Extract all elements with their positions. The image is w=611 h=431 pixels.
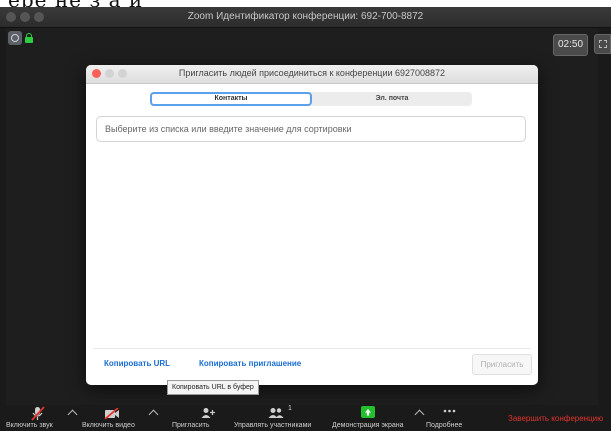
more-label: Подробнее <box>426 422 463 429</box>
unmute-button[interactable]: Включить звук <box>0 405 62 431</box>
invite-dialog: Пригласить людей присоединиться к конфер… <box>86 65 538 385</box>
handwritten-text-fragment: ере не з а и <box>0 0 611 7</box>
share-screen-button[interactable]: Демонстрация экрана <box>330 405 412 431</box>
participants-icon <box>268 408 284 418</box>
more-button[interactable]: Подробнее <box>426 405 472 431</box>
more-icon <box>443 409 456 413</box>
manage-participants-button[interactable]: 1 Управлять участниками <box>234 405 329 431</box>
dialog-title: Пригласить людей присоединиться к конфер… <box>178 68 446 78</box>
window-titlebar: Zoom Идентификатор конференции: 692-700-… <box>0 7 611 28</box>
invite-toolbar-label: Пригласить <box>172 422 210 429</box>
video-off-icon <box>104 408 119 420</box>
start-video-label: Включить видео <box>82 422 135 429</box>
video-options-chevron-icon[interactable] <box>148 409 159 420</box>
muted-microphone-icon <box>31 406 45 421</box>
invite-button[interactable]: Пригласить <box>472 354 532 375</box>
zoom-meeting-window: Zoom Идентификатор конференции: 692-700-… <box>0 7 611 431</box>
tab-email[interactable]: Эл. почта <box>312 92 472 106</box>
share-options-chevron-icon[interactable] <box>414 409 425 420</box>
share-screen-label: Демонстрация экрана <box>332 422 404 429</box>
fullscreen-icon[interactable] <box>594 34 611 54</box>
invite-toolbar-button[interactable]: Пригласить <box>168 405 232 431</box>
dialog-titlebar: Пригласить людей присоединиться к конфер… <box>86 65 538 84</box>
invite-tabs: Контакты Эл. почта <box>150 92 472 106</box>
meeting-timer: 02:50 <box>553 34 588 56</box>
manage-participants-label: Управлять участниками <box>234 422 312 429</box>
copy-url-tooltip: Копировать URL в буфер <box>167 380 259 395</box>
meeting-info-icon[interactable] <box>8 31 22 45</box>
window-title: Zoom Идентификатор конференции: 692-700-… <box>187 11 424 22</box>
add-person-icon <box>201 408 215 418</box>
contact-search-input[interactable]: Выберите из списка или введите значение … <box>96 116 526 142</box>
dialog-divider <box>94 348 530 349</box>
encryption-lock-icon[interactable] <box>25 33 33 43</box>
start-video-button[interactable]: Включить видео <box>80 405 150 431</box>
copy-url-button[interactable]: Копировать URL <box>104 359 170 368</box>
tab-contacts[interactable]: Контакты <box>150 92 312 106</box>
share-screen-icon <box>361 406 375 418</box>
participants-count: 1 <box>288 405 292 412</box>
copy-invitation-button[interactable]: Копировать приглашение <box>199 359 301 368</box>
meeting-toolbar: Включить звук Включить видео Пригласить <box>0 405 611 431</box>
end-meeting-button[interactable]: Завершить конференцию <box>508 414 603 423</box>
unmute-label: Включить звук <box>6 422 53 429</box>
audio-options-chevron-icon[interactable] <box>67 409 78 420</box>
